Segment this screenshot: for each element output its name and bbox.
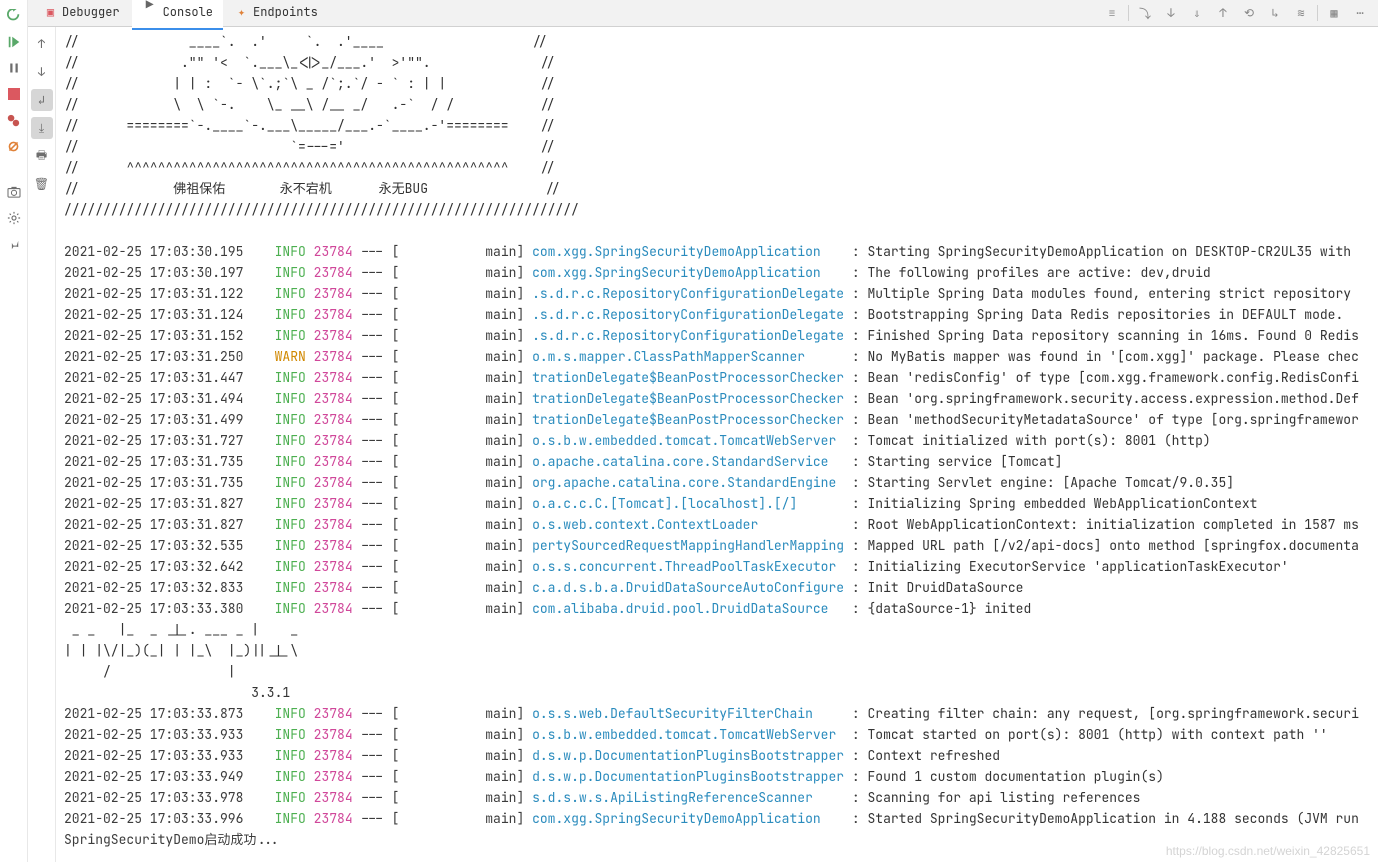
scroll-end-icon[interactable]: ⤓ xyxy=(31,117,53,139)
log-line: 2021-02-25 17:03:31.735 INFO 23784 --- [… xyxy=(64,451,1370,472)
log-line: 2021-02-25 17:03:32.833 INFO 23784 --- [… xyxy=(64,577,1370,598)
log-line: SpringSecurityDemo启动成功... xyxy=(64,829,1370,850)
layout-icon[interactable]: ≡ xyxy=(1102,3,1122,23)
ascii-line: / | xyxy=(64,661,1370,682)
pin-icon[interactable] xyxy=(6,236,22,252)
log-line: 2021-02-25 17:03:30.195 INFO 23784 --- [… xyxy=(64,241,1370,262)
pause-icon[interactable] xyxy=(6,60,22,76)
toolbar-right: ≡ ⤵ ↓ ⇓ ↑ ⟲ ↳ ≋ ▦ ⋯ xyxy=(1102,3,1378,23)
log-line: 2021-02-25 17:03:31.499 INFO 23784 --- [… xyxy=(64,409,1370,430)
ascii-line: // | | : `- \`.;`\ _ /`;.`/ - ` : | | // xyxy=(64,73,1370,94)
ascii-line: // 佛祖保佑 永不宕机 永无BUG // xyxy=(64,178,1370,199)
log-line: 2021-02-25 17:03:31.124 INFO 23784 --- [… xyxy=(64,304,1370,325)
tab-console[interactable]: ▶ Console xyxy=(132,0,223,30)
left-gutter xyxy=(0,0,28,862)
breakpoints-icon[interactable] xyxy=(6,112,22,128)
drop-frame-icon[interactable]: ⟲ xyxy=(1239,3,1259,23)
settings-icon[interactable] xyxy=(6,210,22,226)
log-line: 2021-02-25 17:03:33.978 INFO 23784 --- [… xyxy=(64,787,1370,808)
step-over-icon[interactable]: ⤵ xyxy=(1135,3,1155,23)
log-line: 2021-02-25 17:03:31.152 INFO 23784 --- [… xyxy=(64,325,1370,346)
log-line: 2021-02-25 17:03:31.735 INFO 23784 --- [… xyxy=(64,472,1370,493)
ascii-line: // ========`-.____`-.___\_____/___.-`___… xyxy=(64,115,1370,136)
log-line: 2021-02-25 17:03:33.996 INFO 23784 --- [… xyxy=(64,808,1370,829)
log-line: 2021-02-25 17:03:33.933 INFO 23784 --- [… xyxy=(64,745,1370,766)
step-into-icon[interactable]: ↓ xyxy=(1161,3,1181,23)
resume-icon[interactable] xyxy=(6,34,22,50)
ascii-line: ////////////////////////////////////////… xyxy=(64,199,1370,220)
clear-icon[interactable]: 🗑 xyxy=(31,173,53,195)
tab-debugger[interactable]: ▣ Debugger xyxy=(34,0,130,26)
log-line: 2021-02-25 17:03:30.197 INFO 23784 --- [… xyxy=(64,262,1370,283)
table-icon[interactable]: ▦ xyxy=(1324,3,1344,23)
log-line: 2021-02-25 17:03:32.642 INFO 23784 --- [… xyxy=(64,556,1370,577)
rerun-icon[interactable] xyxy=(6,8,22,24)
ascii-line: | | |\/|_)(_| | |_\ |_)||_|_\ xyxy=(64,640,1370,661)
log-line: 2021-02-25 17:03:32.535 INFO 23784 --- [… xyxy=(64,535,1370,556)
stop-icon[interactable] xyxy=(6,86,22,102)
log-line: 2021-02-25 17:03:33.933 INFO 23784 --- [… xyxy=(64,724,1370,745)
log-line: 2021-02-25 17:03:31.494 INFO 23784 --- [… xyxy=(64,388,1370,409)
ascii-line: // ____`. .' `. .'____ // xyxy=(64,31,1370,52)
force-step-into-icon[interactable]: ⇓ xyxy=(1187,3,1207,23)
ascii-line: _ _ |_ _ _|_. ___ _ | _ xyxy=(64,619,1370,640)
tab-endpoints[interactable]: ✦ Endpoints xyxy=(225,0,328,26)
endpoints-icon: ✦ xyxy=(235,6,248,19)
console-icon: ▶ xyxy=(142,0,158,24)
ascii-line: // \ \ `-. \_ __\ /__ _/ .-` / / // xyxy=(64,94,1370,115)
evaluate-icon[interactable]: ≋ xyxy=(1291,3,1311,23)
bug-icon: ▣ xyxy=(44,6,57,19)
ascii-line: // ."" '< `.___\_<|>_/___.' >'"". // xyxy=(64,52,1370,73)
log-line: 2021-02-25 17:03:31.250 WARN 23784 --- [… xyxy=(64,346,1370,367)
tab-debugger-label: Debugger xyxy=(62,4,120,20)
console-gutter: ↑ ↓ ↲ ⤓ 🖶 🗑 xyxy=(28,27,56,862)
log-line: 2021-02-25 17:03:33.380 INFO 23784 --- [… xyxy=(64,598,1370,619)
more-icon[interactable]: ⋯ xyxy=(1350,3,1370,23)
log-line: 2021-02-25 17:03:31.727 INFO 23784 --- [… xyxy=(64,430,1370,451)
print-icon[interactable]: 🖶 xyxy=(31,145,53,167)
tab-bar: ▣ Debugger ▶ Console ✦ Endpoints ≡ ⤵ ↓ ⇓… xyxy=(28,0,1378,27)
log-line: 2021-02-25 17:03:31.447 INFO 23784 --- [… xyxy=(64,367,1370,388)
console-output[interactable]: // ____`. .' `. .'____ //// ."" '< `.___… xyxy=(56,27,1378,862)
mute-icon[interactable] xyxy=(6,138,22,154)
tab-endpoints-label: Endpoints xyxy=(253,4,318,20)
tab-console-label: Console xyxy=(163,4,213,20)
log-line: 2021-02-25 17:03:33.873 INFO 23784 --- [… xyxy=(64,703,1370,724)
log-line: 2021-02-25 17:03:33.949 INFO 23784 --- [… xyxy=(64,766,1370,787)
ascii-line: // ^^^^^^^^^^^^^^^^^^^^^^^^^^^^^^^^^^^^^… xyxy=(64,157,1370,178)
step-out-icon[interactable]: ↑ xyxy=(1213,3,1233,23)
log-line: 2021-02-25 17:03:31.122 INFO 23784 --- [… xyxy=(64,283,1370,304)
ascii-line: 3.3.1 xyxy=(64,682,1370,703)
soft-wrap-icon[interactable]: ↲ xyxy=(31,89,53,111)
down-icon[interactable]: ↓ xyxy=(31,61,53,83)
log-line: 2021-02-25 17:03:31.827 INFO 23784 --- [… xyxy=(64,493,1370,514)
camera-icon[interactable] xyxy=(6,184,22,200)
run-to-cursor-icon[interactable]: ↳ xyxy=(1265,3,1285,23)
ascii-line: // `=---=' // xyxy=(64,136,1370,157)
log-line: 2021-02-25 17:03:31.827 INFO 23784 --- [… xyxy=(64,514,1370,535)
up-icon[interactable]: ↑ xyxy=(31,33,53,55)
